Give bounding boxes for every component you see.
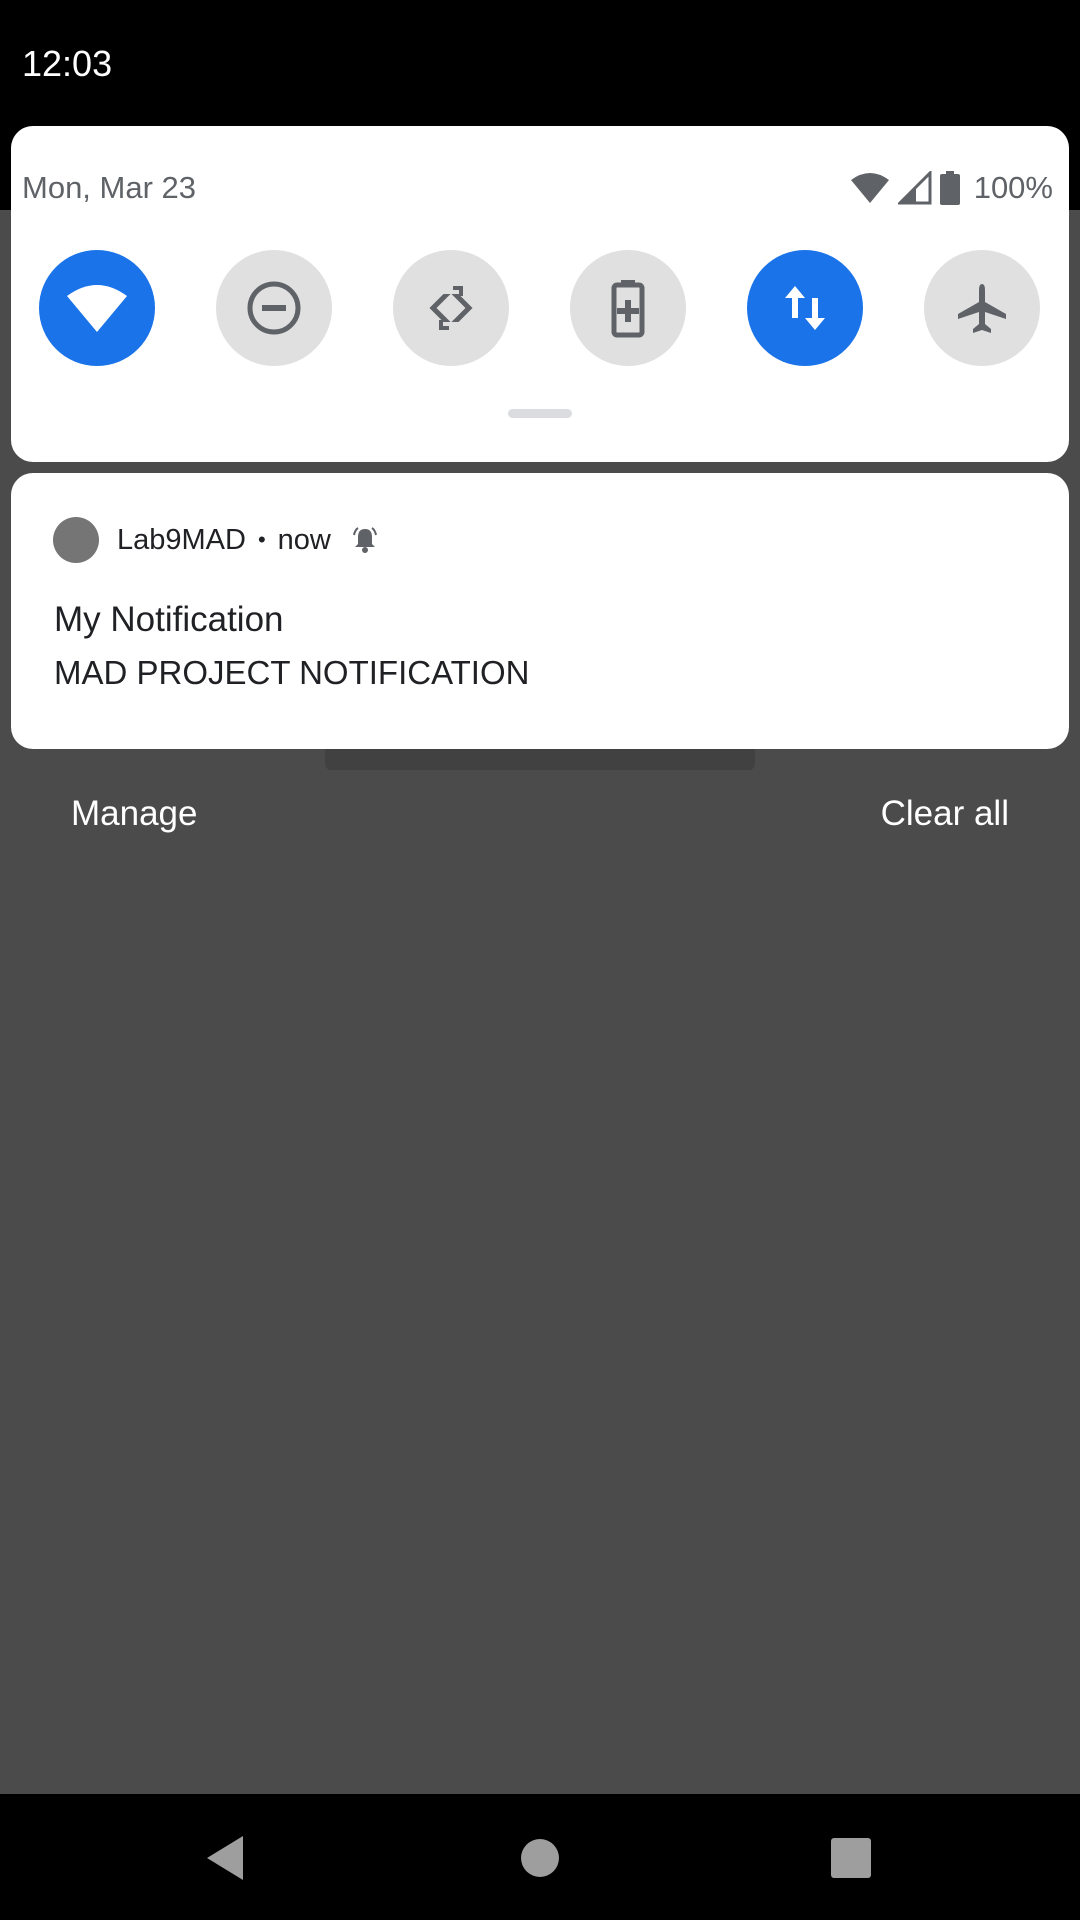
tile-wifi[interactable]	[39, 250, 155, 366]
mobile-data-icon	[785, 286, 825, 330]
status-clock: 12:03	[22, 43, 113, 84]
tile-battery-saver[interactable]	[570, 250, 686, 366]
notification-shade: 12:03 MAD PROJECT NOTIFICATION Mon, Mar …	[0, 0, 1080, 1920]
notification-card[interactable]: Lab9MAD • now My Notification MAD PROJEC…	[11, 473, 1069, 749]
tile-do-not-disturb[interactable]	[216, 250, 332, 366]
home-button[interactable]	[513, 1831, 567, 1885]
airplane-mode-icon	[958, 284, 1006, 333]
quick-settings-tiles	[39, 250, 1051, 366]
notification-header: Lab9MAD • now	[53, 517, 379, 563]
wifi-icon	[67, 285, 127, 332]
wifi-signal-icon	[850, 173, 889, 203]
back-button[interactable]	[198, 1831, 252, 1885]
alerting-bell-icon	[351, 526, 379, 554]
notification-text: MAD PROJECT NOTIFICATION	[54, 654, 530, 691]
qs-date[interactable]: Mon, Mar 23	[22, 168, 196, 208]
cell-signal-icon	[897, 171, 932, 205]
app-icon	[53, 517, 99, 563]
battery-icon	[939, 171, 960, 205]
battery-saver-icon	[611, 280, 645, 338]
notification-time: now	[277, 523, 331, 556]
manage-button[interactable]: Manage	[71, 790, 197, 838]
notification-title: My Notification	[54, 600, 284, 639]
back-icon	[207, 1836, 243, 1880]
tile-auto-rotate[interactable]	[393, 250, 509, 366]
header-separator: •	[257, 527, 266, 552]
recents-icon	[831, 1838, 871, 1878]
do-not-disturb-icon	[247, 281, 301, 335]
notification-app-name: Lab9MAD	[117, 523, 246, 556]
qs-expand-handle[interactable]	[508, 409, 572, 418]
auto-rotate-icon	[429, 284, 473, 332]
quick-settings-panel: Mon, Mar 23 100%	[11, 126, 1069, 462]
recents-button[interactable]	[824, 1831, 878, 1885]
clear-all-button[interactable]: Clear all	[881, 790, 1009, 838]
navigation-bar	[0, 1794, 1080, 1920]
tile-airplane-mode[interactable]	[924, 250, 1040, 366]
tile-mobile-data[interactable]	[747, 250, 863, 366]
home-icon	[521, 1839, 559, 1877]
qs-status-icons: 100%	[850, 166, 1053, 210]
battery-percent: 100%	[973, 170, 1053, 205]
